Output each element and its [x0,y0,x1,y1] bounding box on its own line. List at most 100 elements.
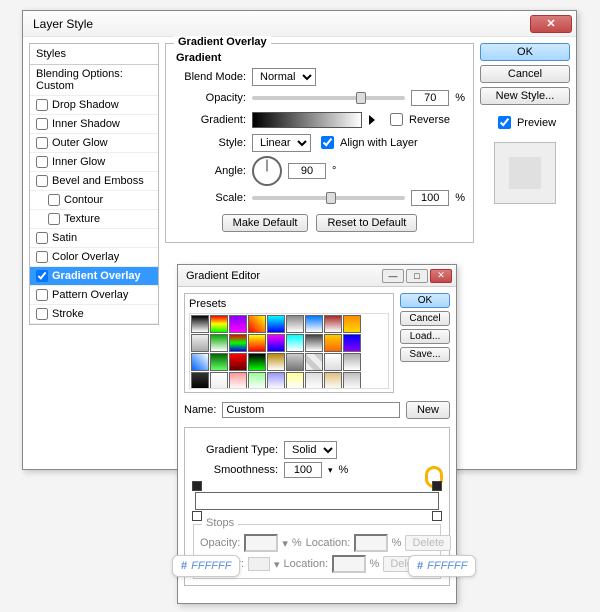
preset-swatch[interactable] [267,353,285,371]
reverse-checkbox[interactable] [390,113,403,126]
ge-close-button[interactable]: ✕ [430,269,452,283]
titlebar[interactable]: Layer Style ✕ [23,11,576,37]
preset-swatch[interactable] [324,334,342,352]
gradient-swatch[interactable] [252,112,362,128]
style-checkbox[interactable] [36,156,48,168]
preset-swatch[interactable] [248,334,266,352]
new-button[interactable]: New [406,401,450,419]
preset-swatch[interactable] [305,334,323,352]
style-checkbox[interactable] [36,308,48,320]
preset-swatch[interactable] [248,315,266,333]
preset-swatch[interactable] [286,334,304,352]
close-button[interactable]: ✕ [530,15,572,33]
color-stop-right[interactable] [432,511,442,521]
style-item[interactable]: Gradient Overlay [30,267,158,286]
preset-swatch[interactable] [324,353,342,371]
preset-swatch[interactable] [343,315,361,333]
color-stop-left[interactable] [192,511,202,521]
style-checkbox[interactable] [36,251,48,263]
preset-swatch[interactable] [305,353,323,371]
preset-swatch[interactable] [286,372,304,389]
ge-save-button[interactable]: Save... [400,347,450,362]
preset-swatch[interactable] [248,372,266,389]
maximize-button[interactable]: □ [406,269,428,283]
preset-swatch[interactable] [324,315,342,333]
style-item[interactable]: Texture [30,210,158,229]
smooth-label: Smoothness: [193,464,278,476]
ge-titlebar[interactable]: Gradient Editor — □ ✕ [178,265,456,287]
preset-swatch[interactable] [248,353,266,371]
preset-swatch[interactable] [267,334,285,352]
style-checkbox[interactable] [36,270,48,282]
name-input[interactable] [222,402,400,418]
preset-swatch[interactable] [191,372,209,389]
opacity-slider[interactable] [252,96,405,100]
angle-value[interactable] [288,163,326,179]
opacity-stop-right[interactable] [432,481,442,491]
angle-dial[interactable] [252,156,282,186]
opacity-value[interactable] [411,90,449,106]
minimize-button[interactable]: — [382,269,404,283]
preset-swatch[interactable] [191,334,209,352]
ok-button[interactable]: OK [480,43,570,61]
cancel-button[interactable]: Cancel [480,65,570,83]
style-checkbox[interactable] [36,175,48,187]
smooth-value[interactable] [284,462,322,478]
style-item[interactable]: Inner Glow [30,153,158,172]
style-checkbox[interactable] [48,194,60,206]
preset-swatch[interactable] [229,372,247,389]
style-item[interactable]: Stroke [30,305,158,324]
align-checkbox[interactable] [321,136,334,149]
blending-options[interactable]: Blending Options: Custom [30,65,158,96]
preset-swatch[interactable] [210,372,228,389]
preset-swatch[interactable] [324,372,342,389]
preset-swatch[interactable] [210,353,228,371]
scale-slider[interactable] [252,196,405,200]
preset-swatch[interactable] [286,353,304,371]
style-checkbox[interactable] [36,289,48,301]
preset-swatch[interactable] [305,372,323,389]
preset-swatch[interactable] [210,315,228,333]
chevron-down-icon[interactable]: ▾ [328,465,333,476]
preset-swatch[interactable] [229,315,247,333]
preset-swatch[interactable] [191,315,209,333]
styles-header[interactable]: Styles [30,44,158,65]
preset-swatch[interactable] [286,315,304,333]
preset-swatch[interactable] [305,315,323,333]
style-item[interactable]: Outer Glow [30,134,158,153]
style-item[interactable]: Pattern Overlay [30,286,158,305]
style-checkbox[interactable] [36,118,48,130]
style-item[interactable]: Inner Shadow [30,115,158,134]
blend-mode-select[interactable]: Normal [252,68,316,86]
gtype-select[interactable]: Solid [284,441,337,459]
preset-swatch[interactable] [343,353,361,371]
gradient-bar[interactable] [195,492,439,510]
style-item[interactable]: Color Overlay [30,248,158,267]
style-item[interactable]: Bevel and Emboss [30,172,158,191]
preset-swatch[interactable] [343,372,361,389]
style-select[interactable]: Linear [252,134,311,152]
ge-ok-button[interactable]: OK [400,293,450,308]
opacity-stop-left[interactable] [192,481,202,491]
new-style-button[interactable]: New Style... [480,87,570,105]
style-item[interactable]: Drop Shadow [30,96,158,115]
preset-swatch[interactable] [229,353,247,371]
ge-cancel-button[interactable]: Cancel [400,311,450,326]
preset-swatch[interactable] [343,334,361,352]
scale-value[interactable] [411,190,449,206]
preset-swatch[interactable] [267,315,285,333]
ge-load-button[interactable]: Load... [400,329,450,344]
reset-default-button[interactable]: Reset to Default [316,214,417,232]
preview-checkbox[interactable] [498,116,511,129]
style-checkbox[interactable] [36,99,48,111]
preset-swatch[interactable] [267,372,285,389]
preset-swatch[interactable] [210,334,228,352]
style-checkbox[interactable] [36,137,48,149]
make-default-button[interactable]: Make Default [222,214,309,232]
style-checkbox[interactable] [36,232,48,244]
style-checkbox[interactable] [48,213,60,225]
style-item[interactable]: Satin [30,229,158,248]
preset-swatch[interactable] [191,353,209,371]
style-item[interactable]: Contour [30,191,158,210]
preset-swatch[interactable] [229,334,247,352]
